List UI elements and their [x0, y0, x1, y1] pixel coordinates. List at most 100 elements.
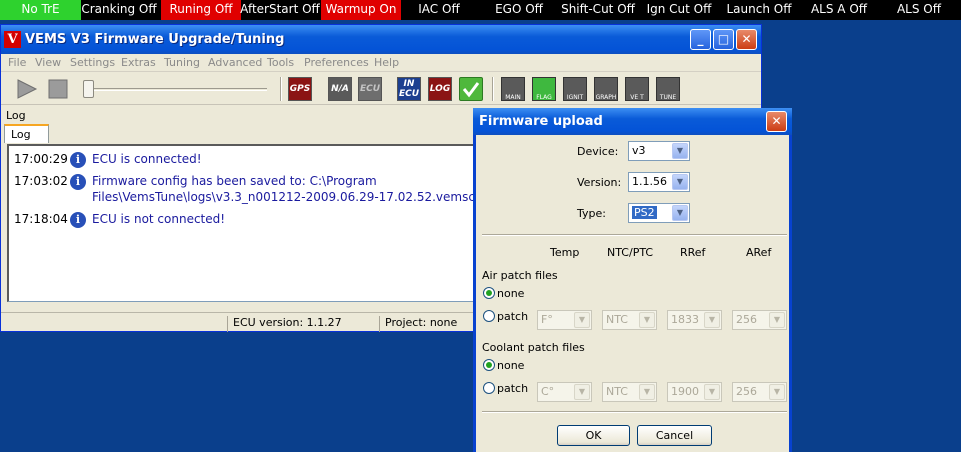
air-none-label: none — [497, 287, 525, 300]
status-shift-cut: Shift-Cut Off — [561, 2, 635, 16]
cancel-button[interactable]: Cancel — [637, 425, 712, 446]
version-value: 1.1.56 — [632, 175, 667, 188]
coolant-patch-title: Coolant patch files — [482, 341, 585, 354]
menu-view[interactable]: View — [35, 56, 61, 69]
menu-file[interactable]: File — [8, 56, 26, 69]
air-temp-select[interactable]: F° ▼ — [537, 310, 592, 330]
window-titlebar[interactable]: V VEMS V3 Firmware Upgrade/Tuning _ □ ✕ — [1, 25, 761, 54]
log-time: 17:03:02 — [14, 174, 68, 188]
coolant-none-radio[interactable] — [483, 359, 495, 371]
air-rref-select[interactable]: 1833 ▼ — [667, 310, 722, 330]
chevron-down-icon: ▼ — [672, 205, 688, 221]
close-button[interactable]: ✕ — [736, 29, 757, 50]
log-list[interactable]: 17:00:29 i ECU is connected! 17:03:02 i … — [7, 144, 487, 302]
gauge-main-button[interactable]: MAIN — [501, 77, 525, 101]
type-label: Type: — [577, 207, 606, 220]
coolant-rref-value: 1900 — [671, 385, 699, 398]
status-strip: No TrE Cranking Off Runing Off AfterStar… — [0, 0, 961, 20]
menu-advanced[interactable]: Advanced — [208, 56, 262, 69]
col-ntc-ptc: NTC/PTC — [607, 246, 654, 259]
status-launch: Launch Off — [726, 2, 792, 16]
chevron-down-icon: ▼ — [639, 312, 655, 328]
gauge-flag-button[interactable]: FLAG — [532, 77, 556, 101]
gauge-graph-button[interactable]: GRAPH — [594, 77, 618, 101]
version-label: Version: — [577, 176, 622, 189]
air-aref-select[interactable]: 256 ▼ — [732, 310, 787, 330]
ecu-button[interactable]: ECU — [358, 77, 382, 101]
status-runing: Runing Off — [161, 0, 241, 20]
menu-extras[interactable]: Extras — [121, 56, 156, 69]
log-panel-title: Log — [6, 109, 26, 122]
chevron-down-icon: ▼ — [704, 312, 720, 328]
dialog-title: Firmware upload — [479, 114, 603, 129]
info-icon: i — [70, 212, 86, 228]
coolant-patch-radio[interactable] — [483, 382, 495, 394]
dialog-close-button[interactable]: ✕ — [766, 111, 787, 132]
in-ecu-bottom: ECU — [398, 89, 420, 99]
progress-slider[interactable] — [79, 79, 269, 99]
type-select[interactable]: PS2 ▼ — [628, 203, 690, 223]
ok-button[interactable]: OK — [557, 425, 630, 446]
play-icon[interactable] — [15, 79, 39, 99]
status-no-tre: No TrE — [0, 0, 81, 20]
menu-tuning[interactable]: Tuning — [164, 56, 200, 69]
gauge-tune-button[interactable]: TUNE — [656, 77, 680, 101]
log-message: ECU is connected! — [92, 152, 202, 166]
coolant-rref-select[interactable]: 1900 ▼ — [667, 382, 722, 402]
status-ign-cut: Ign Cut Off — [646, 2, 712, 16]
gauge-ve-t-button[interactable]: VE T — [625, 77, 649, 101]
chevron-down-icon: ▼ — [672, 174, 688, 190]
log-time: 17:18:04 — [14, 212, 68, 226]
menu-help[interactable]: Help — [374, 56, 399, 69]
coolant-patch-label: patch — [497, 382, 529, 395]
col-temp: Temp — [550, 246, 580, 259]
toolbar: GPS N/A ECU IN ECU LOG MAIN FLAG IGNIT G… — [1, 73, 761, 105]
toolbar-separator — [280, 77, 282, 101]
coolant-ntc-value: NTC — [606, 385, 628, 398]
app-logo: V — [4, 31, 21, 48]
nia-button[interactable]: N/A — [328, 77, 352, 101]
log-message-cont: Files\VemsTune\logs\v3.3_n001212-2009.06… — [92, 190, 487, 204]
chevron-down-icon: ▼ — [769, 384, 785, 400]
log-time: 17:00:29 — [14, 152, 68, 166]
chevron-down-icon: ▼ — [574, 384, 590, 400]
window-title: VEMS V3 Firmware Upgrade/Tuning — [25, 32, 285, 47]
check-icon[interactable] — [459, 77, 483, 101]
in-ecu-top: IN — [403, 79, 415, 89]
info-icon: i — [70, 174, 86, 190]
version-select[interactable]: 1.1.56 ▼ — [628, 172, 690, 192]
divider — [482, 234, 787, 236]
air-aref-value: 256 — [736, 313, 757, 326]
in-ecu-button[interactable]: IN ECU — [397, 77, 421, 101]
status-als: ALS Off — [896, 2, 942, 16]
tab-log[interactable]: Log — [4, 124, 49, 143]
chevron-down-icon: ▼ — [574, 312, 590, 328]
minimize-button[interactable]: _ — [690, 29, 711, 50]
maximize-button[interactable]: □ — [713, 29, 734, 50]
air-patch-radio[interactable] — [483, 310, 495, 322]
status-iac: IAC Off — [418, 2, 460, 16]
slider-thumb[interactable] — [83, 80, 94, 98]
device-value: v3 — [632, 144, 646, 157]
coolant-ntc-select[interactable]: NTC ▼ — [602, 382, 657, 402]
stop-icon[interactable] — [47, 79, 69, 99]
air-none-radio[interactable] — [483, 287, 495, 299]
gps-button[interactable]: GPS — [288, 77, 312, 101]
coolant-aref-select[interactable]: 256 ▼ — [732, 382, 787, 402]
firmware-upload-dialog: Firmware upload ✕ Device: v3 ▼ Version: … — [473, 108, 792, 452]
dialog-titlebar[interactable]: Firmware upload ✕ — [473, 108, 792, 135]
coolant-temp-value: C° — [541, 385, 555, 398]
project-status: Project: none — [379, 316, 479, 332]
gauge-ignit-button[interactable]: IGNIT — [563, 77, 587, 101]
menu-preferences[interactable]: Preferences — [304, 56, 369, 69]
air-ntc-select[interactable]: NTC ▼ — [602, 310, 657, 330]
menu-tools[interactable]: Tools — [267, 56, 294, 69]
device-select[interactable]: v3 ▼ — [628, 141, 690, 161]
coolant-temp-select[interactable]: C° ▼ — [537, 382, 592, 402]
chevron-down-icon: ▼ — [672, 143, 688, 159]
air-patch-title: Air patch files — [482, 269, 558, 282]
menu-settings[interactable]: Settings — [70, 56, 115, 69]
log-button[interactable]: LOG — [428, 77, 452, 101]
status-warmup: Warmup On — [321, 0, 401, 20]
divider — [482, 411, 787, 413]
